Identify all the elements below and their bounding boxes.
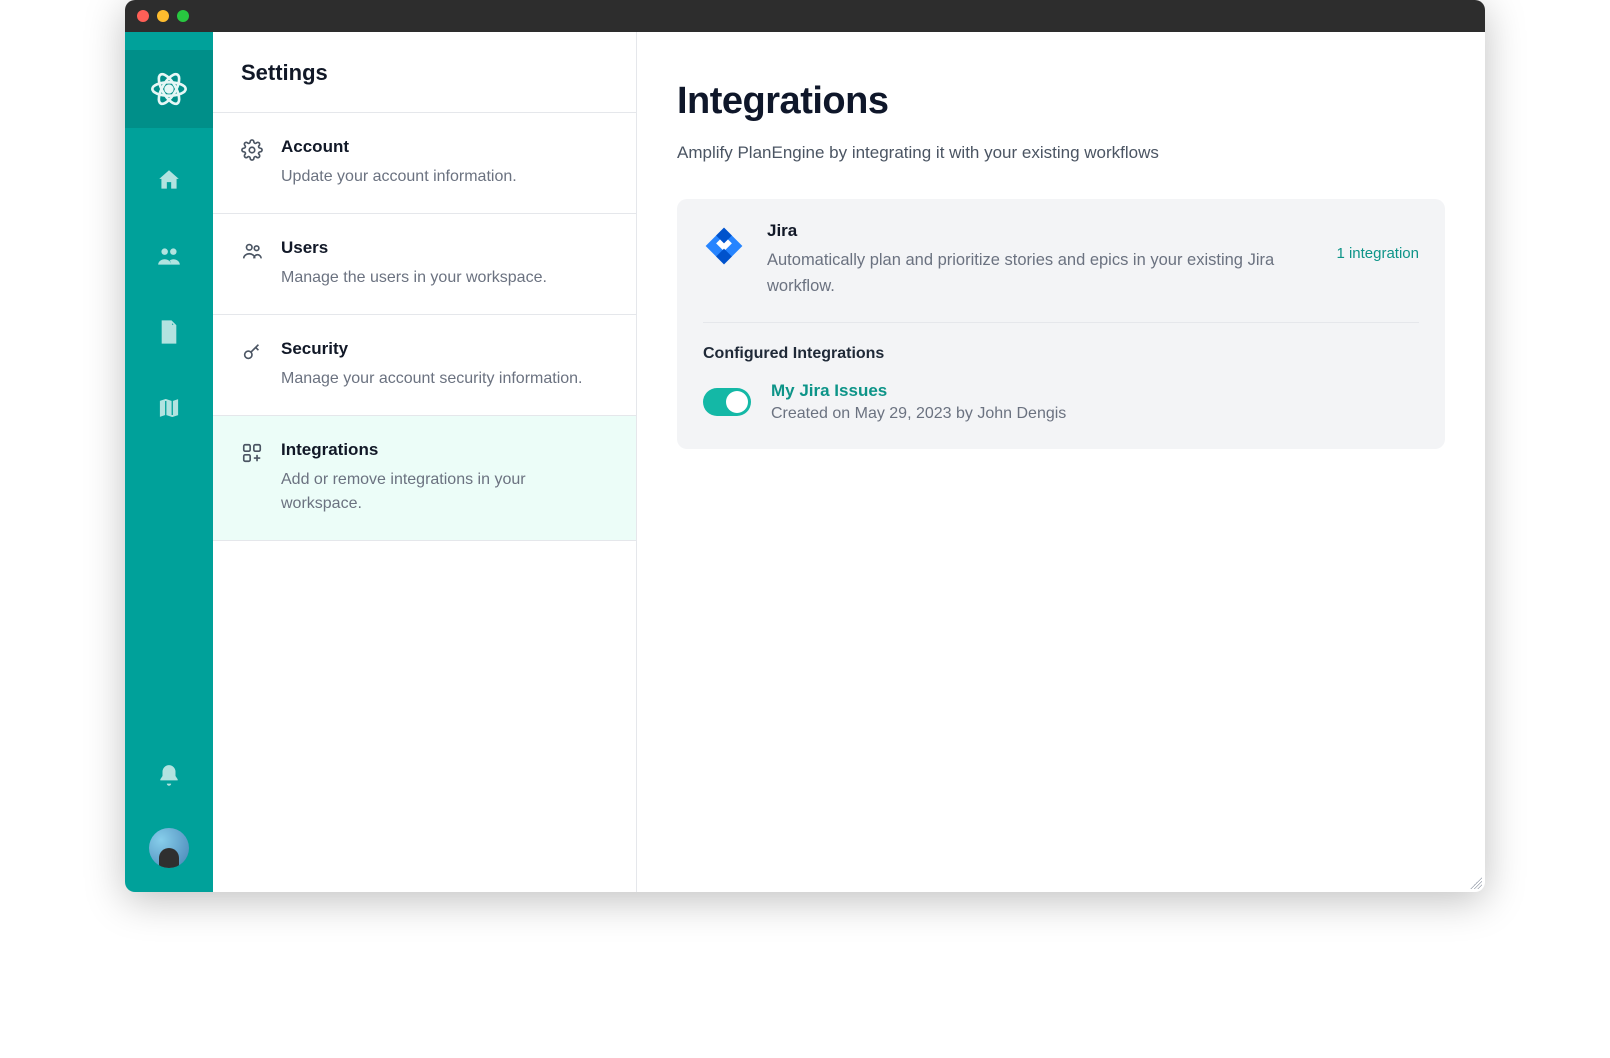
nav-documents[interactable] <box>145 308 193 356</box>
grid-add-icon <box>241 442 263 464</box>
titlebar <box>125 0 1485 32</box>
integration-toggle[interactable] <box>703 388 751 416</box>
settings-item-title: Users <box>281 238 547 258</box>
settings-item-desc: Update your account information. <box>281 165 517 189</box>
settings-item-desc: Add or remove integrations in your works… <box>281 468 608 516</box>
settings-sidebar: Settings Account Update your account inf… <box>213 32 637 892</box>
settings-item-security[interactable]: Security Manage your account security in… <box>213 315 636 416</box>
settings-header: Settings <box>213 32 636 113</box>
key-icon <box>241 341 263 363</box>
configured-integrations-heading: Configured Integrations <box>703 345 1419 363</box>
nav-notifications[interactable] <box>145 752 193 800</box>
document-icon <box>156 319 182 345</box>
settings-item-users[interactable]: Users Manage the users in your workspace… <box>213 214 636 315</box>
home-icon <box>156 167 182 193</box>
resize-grip[interactable] <box>1470 877 1482 889</box>
provider-name: Jira <box>767 221 1314 241</box>
window-close-button[interactable] <box>137 10 149 22</box>
integration-card-header: Jira Automatically plan and prioritize s… <box>703 221 1419 323</box>
nav-rail <box>125 32 213 892</box>
settings-item-account[interactable]: Account Update your account information. <box>213 113 636 214</box>
integration-row: My Jira Issues Created on May 29, 2023 b… <box>703 381 1419 423</box>
integration-count-link[interactable]: 1 integration <box>1336 245 1419 262</box>
provider-desc: Automatically plan and prioritize storie… <box>767 247 1314 300</box>
nav-map[interactable] <box>145 384 193 432</box>
settings-item-title: Integrations <box>281 440 608 460</box>
settings-item-integrations[interactable]: Integrations Add or remove integrations … <box>213 416 636 541</box>
nav-users[interactable] <box>145 232 193 280</box>
window-minimize-button[interactable] <box>157 10 169 22</box>
window-maximize-button[interactable] <box>177 10 189 22</box>
users-icon <box>156 243 182 269</box>
integration-card-jira: Jira Automatically plan and prioritize s… <box>677 199 1445 449</box>
app-logo <box>125 50 213 128</box>
users-icon <box>241 240 263 262</box>
settings-title: Settings <box>241 60 608 86</box>
page-subtitle: Amplify PlanEngine by integrating it wit… <box>677 143 1445 163</box>
integration-name[interactable]: My Jira Issues <box>771 381 1066 401</box>
page-title: Integrations <box>677 80 1445 123</box>
settings-item-title: Security <box>281 339 582 359</box>
settings-item-desc: Manage your account security information… <box>281 367 582 391</box>
atom-icon <box>149 69 189 109</box>
jira-icon <box>703 225 745 267</box>
nav-home[interactable] <box>145 156 193 204</box>
main-content: Integrations Amplify PlanEngine by integ… <box>637 32 1485 892</box>
integration-meta: Created on May 29, 2023 by John Dengis <box>771 405 1066 423</box>
settings-item-desc: Manage the users in your workspace. <box>281 266 547 290</box>
settings-item-title: Account <box>281 137 517 157</box>
user-avatar[interactable] <box>149 828 189 868</box>
map-icon <box>156 395 182 421</box>
gear-icon <box>241 139 263 161</box>
bell-icon <box>156 763 182 789</box>
